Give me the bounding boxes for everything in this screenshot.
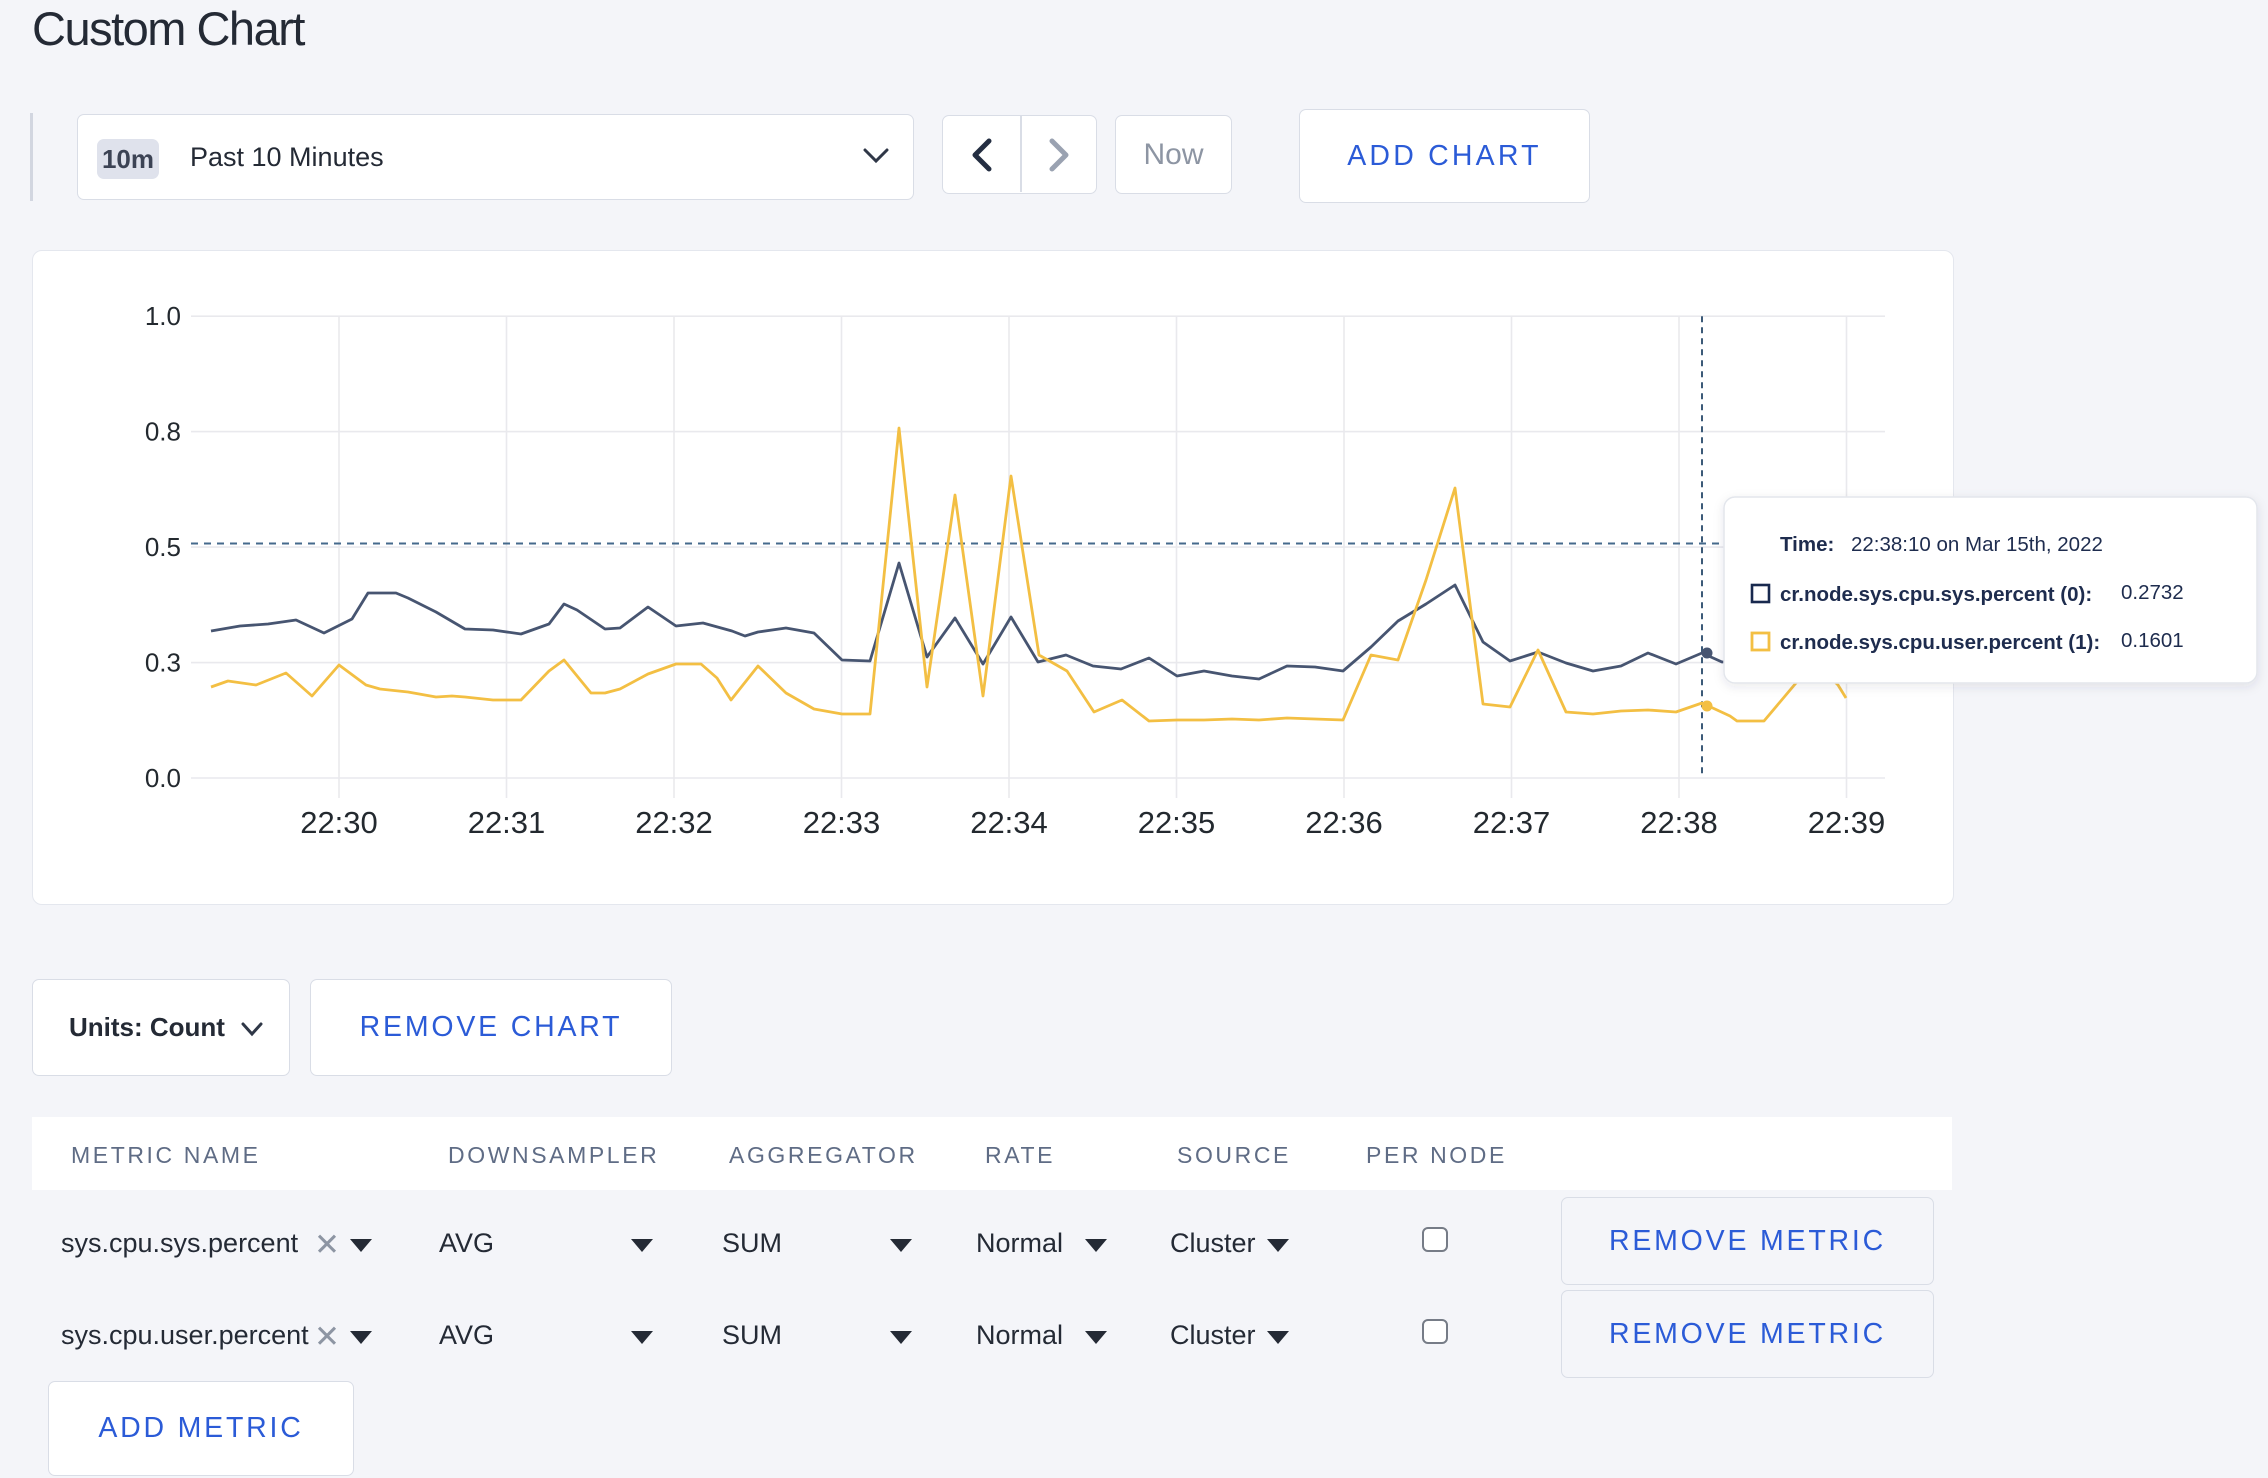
svg-text:0.1601: 0.1601 xyxy=(2121,629,2184,652)
svg-text:0.5: 0.5 xyxy=(145,532,181,562)
svg-text:0.0: 0.0 xyxy=(145,763,181,793)
svg-text:22:39: 22:39 xyxy=(1808,805,1886,840)
svg-text:22:33: 22:33 xyxy=(803,805,881,840)
svg-text:22:32: 22:32 xyxy=(635,805,713,840)
svg-text:cr.node.sys.cpu.user.percent (: cr.node.sys.cpu.user.percent (1): xyxy=(1780,631,2100,654)
svg-text:22:30: 22:30 xyxy=(300,805,378,840)
svg-text:22:38:10 on Mar 15th, 2022: 22:38:10 on Mar 15th, 2022 xyxy=(1851,533,2103,556)
svg-text:1.0: 1.0 xyxy=(145,301,181,331)
svg-text:22:34: 22:34 xyxy=(970,805,1048,840)
svg-text:22:35: 22:35 xyxy=(1138,805,1216,840)
svg-text:0.3: 0.3 xyxy=(145,648,181,678)
svg-text:22:31: 22:31 xyxy=(468,805,546,840)
svg-text:22:37: 22:37 xyxy=(1473,805,1551,840)
svg-text:22:38: 22:38 xyxy=(1640,805,1718,840)
svg-text:Time:: Time: xyxy=(1780,533,1834,556)
svg-text:cr.node.sys.cpu.sys.percent (0: cr.node.sys.cpu.sys.percent (0): xyxy=(1780,583,2092,606)
svg-text:0.8: 0.8 xyxy=(145,417,181,447)
svg-text:22:36: 22:36 xyxy=(1305,805,1383,840)
svg-text:0.2732: 0.2732 xyxy=(2121,581,2184,604)
